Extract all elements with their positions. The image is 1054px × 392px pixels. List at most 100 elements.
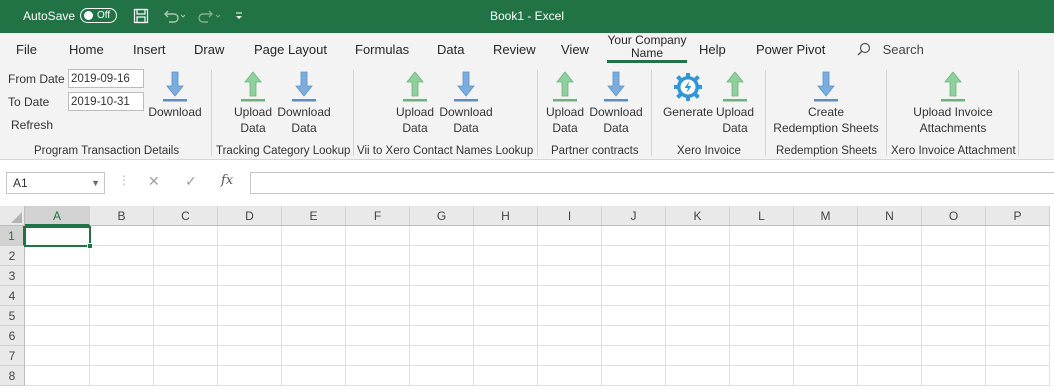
cell[interactable]	[346, 266, 410, 286]
cell[interactable]	[986, 246, 1050, 266]
cell[interactable]	[282, 366, 346, 386]
cell[interactable]	[346, 346, 410, 366]
cell[interactable]	[794, 286, 858, 306]
cell[interactable]	[346, 326, 410, 346]
insert-function-icon[interactable]: fx	[221, 173, 233, 188]
cell[interactable]	[730, 226, 794, 246]
cell[interactable]	[474, 326, 538, 346]
tab-page-layout[interactable]: Page Layout	[254, 42, 327, 57]
cell[interactable]	[410, 306, 474, 326]
cell[interactable]	[154, 286, 218, 306]
cell[interactable]	[794, 366, 858, 386]
cell[interactable]	[25, 246, 90, 266]
cell[interactable]	[986, 366, 1050, 386]
formula-input[interactable]	[250, 172, 1054, 194]
cell[interactable]	[282, 306, 346, 326]
cell[interactable]	[986, 346, 1050, 366]
cell[interactable]	[794, 326, 858, 346]
create-redemption-sheets-button[interactable]: Create Redemption Sheets	[770, 70, 882, 136]
tab-review[interactable]: Review	[493, 42, 536, 57]
cell[interactable]	[410, 366, 474, 386]
cell[interactable]	[602, 286, 666, 306]
cell[interactable]	[90, 346, 154, 366]
cell[interactable]	[730, 366, 794, 386]
cell[interactable]	[474, 246, 538, 266]
cell[interactable]	[538, 226, 602, 246]
cell[interactable]	[794, 226, 858, 246]
cell[interactable]	[602, 226, 666, 246]
row-header-1[interactable]: 1	[0, 226, 25, 246]
cell[interactable]	[410, 246, 474, 266]
cell[interactable]	[474, 346, 538, 366]
cell[interactable]	[730, 306, 794, 326]
column-header-i[interactable]: I	[538, 206, 602, 226]
fill-handle[interactable]	[87, 243, 93, 249]
cell[interactable]	[218, 286, 282, 306]
cell[interactable]	[602, 346, 666, 366]
cell[interactable]	[90, 326, 154, 346]
to-date-field[interactable]: 2019-10-31	[68, 92, 144, 111]
cell[interactable]	[794, 266, 858, 286]
cell[interactable]	[538, 366, 602, 386]
cell[interactable]	[538, 266, 602, 286]
name-box[interactable]: A1 ▼	[6, 172, 105, 194]
cell[interactable]	[346, 246, 410, 266]
cell[interactable]	[474, 226, 538, 246]
cell[interactable]	[858, 266, 922, 286]
cell[interactable]	[154, 366, 218, 386]
cell[interactable]	[90, 366, 154, 386]
tab-formulas[interactable]: Formulas	[355, 42, 409, 57]
tab-help[interactable]: Help	[699, 42, 726, 57]
column-header-b[interactable]: B	[90, 206, 154, 226]
row-header-5[interactable]: 5	[0, 306, 25, 326]
cell[interactable]	[602, 246, 666, 266]
cell[interactable]	[730, 326, 794, 346]
row-header-2[interactable]: 2	[0, 246, 25, 266]
cell[interactable]	[858, 246, 922, 266]
cell[interactable]	[794, 346, 858, 366]
column-header-d[interactable]: D	[218, 206, 282, 226]
cell[interactable]	[346, 366, 410, 386]
cell[interactable]	[794, 306, 858, 326]
row-header-6[interactable]: 6	[0, 326, 25, 346]
cell[interactable]	[666, 266, 730, 286]
cell[interactable]	[25, 326, 90, 346]
cell[interactable]	[25, 366, 90, 386]
column-header-n[interactable]: N	[858, 206, 922, 226]
cell[interactable]	[730, 346, 794, 366]
tab-file[interactable]: File	[16, 42, 37, 57]
cell[interactable]	[922, 326, 986, 346]
cell[interactable]	[858, 286, 922, 306]
row-header-7[interactable]: 7	[0, 346, 25, 366]
cell[interactable]	[218, 226, 282, 246]
cell[interactable]	[858, 326, 922, 346]
cell[interactable]	[602, 266, 666, 286]
cell[interactable]	[474, 286, 538, 306]
cell[interactable]	[154, 266, 218, 286]
cell[interactable]	[602, 366, 666, 386]
cell[interactable]	[730, 246, 794, 266]
cell[interactable]	[90, 286, 154, 306]
cell[interactable]	[986, 326, 1050, 346]
search-box[interactable]: Search	[857, 42, 924, 57]
cell[interactable]	[666, 246, 730, 266]
cell[interactable]	[154, 246, 218, 266]
cell[interactable]	[90, 226, 154, 246]
cell[interactable]	[922, 226, 986, 246]
cell[interactable]	[154, 346, 218, 366]
column-header-o[interactable]: O	[922, 206, 986, 226]
cell[interactable]	[602, 326, 666, 346]
cell[interactable]	[410, 226, 474, 246]
column-header-h[interactable]: H	[474, 206, 538, 226]
cell[interactable]	[666, 226, 730, 246]
cell[interactable]	[986, 226, 1050, 246]
cell[interactable]	[538, 326, 602, 346]
cell[interactable]	[666, 366, 730, 386]
cell[interactable]	[730, 286, 794, 306]
cell[interactable]	[90, 266, 154, 286]
cell[interactable]	[474, 266, 538, 286]
cell[interactable]	[858, 346, 922, 366]
refresh-button[interactable]: Refresh	[11, 118, 53, 132]
cell[interactable]	[538, 346, 602, 366]
tab-insert[interactable]: Insert	[133, 42, 166, 57]
